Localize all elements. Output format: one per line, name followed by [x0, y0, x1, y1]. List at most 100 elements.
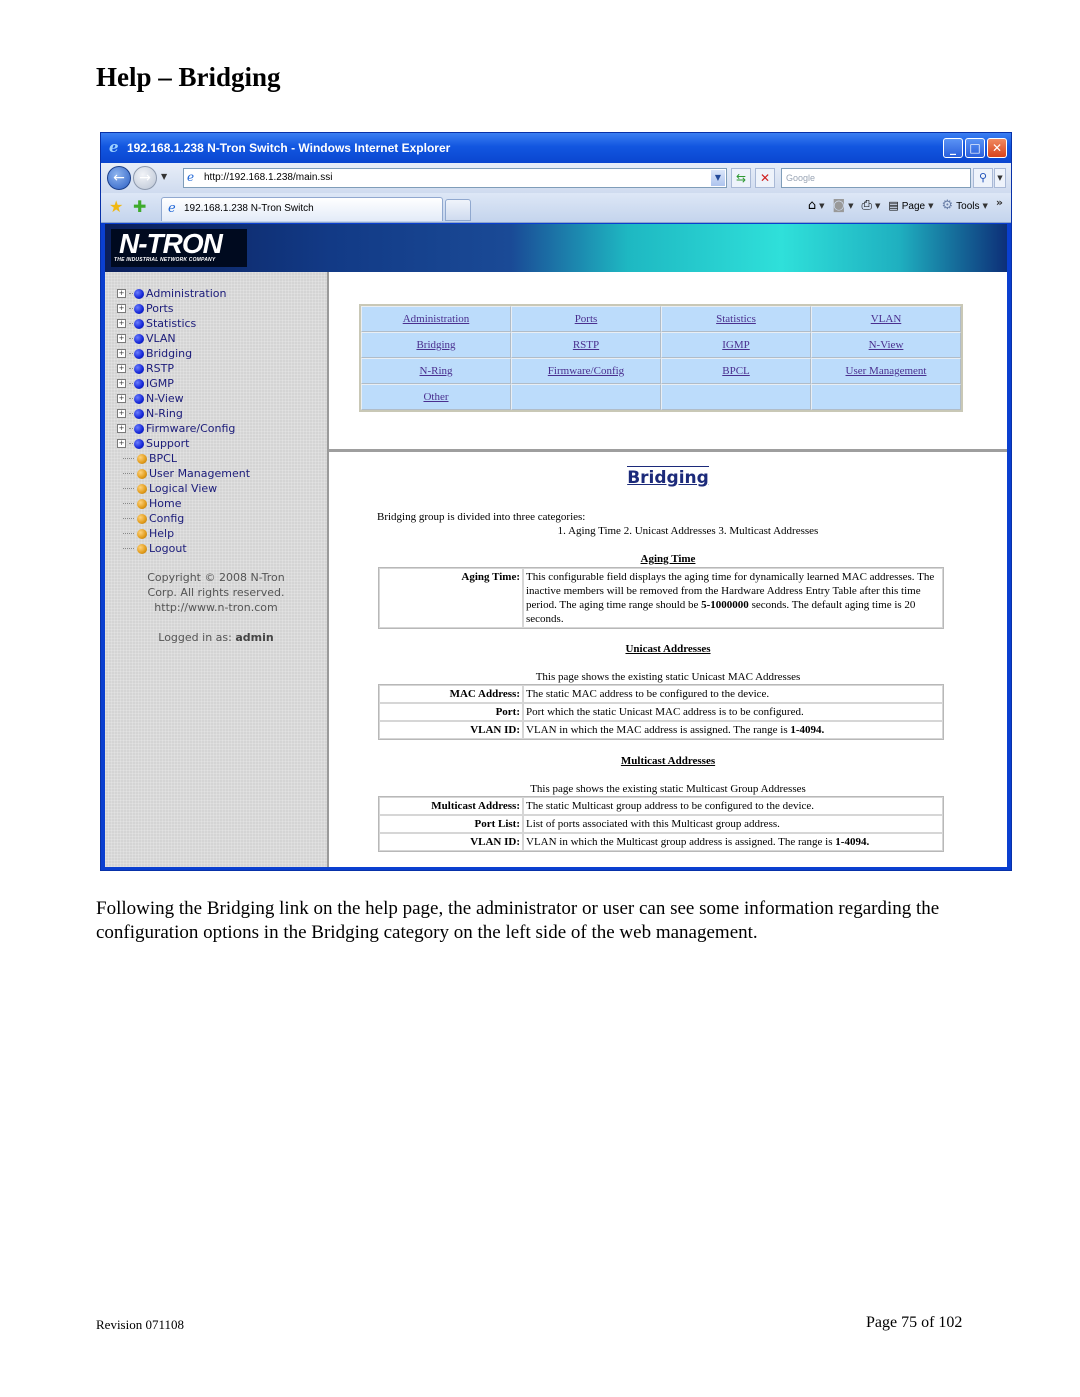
page-number: Page 75 of 102 [866, 1314, 963, 1331]
sidebar-item-label: N-Ring [146, 407, 183, 420]
sidebar-item-logical-view[interactable]: Logical View [117, 481, 250, 496]
sidebar-item-bridging[interactable]: + Bridging [117, 346, 250, 361]
folder-bullet-icon [134, 348, 144, 359]
sidebar-item-label: Firmware/Config [146, 422, 236, 435]
recent-pages-dropdown[interactable]: ▼ [161, 172, 167, 181]
sidebar-item-config[interactable]: Config [117, 511, 250, 526]
refresh-button[interactable]: ⇆ [731, 168, 751, 188]
search-placeholder: Google [786, 173, 816, 183]
copyright-line: Copyright © 2008 N-Tron [147, 571, 285, 584]
sidebar-item-n-ring[interactable]: + N-Ring [117, 406, 250, 421]
favorites-star-icon[interactable]: ★ [109, 198, 123, 216]
ntron-logo[interactable]: N-TRON THE INDUSTRIAL NETWORK COMPANY [111, 229, 247, 267]
maximize-button[interactable]: □ [965, 138, 985, 158]
print-button[interactable]: ⎙ ▼ [862, 199, 881, 213]
expand-icon[interactable]: + [117, 349, 126, 358]
page-menu[interactable]: ▤ Page ▼ [888, 199, 933, 213]
sidebar-item-help[interactable]: Help [117, 526, 250, 541]
search-input[interactable]: Google [781, 168, 971, 188]
sidebar-item-vlan[interactable]: + VLAN [117, 331, 250, 346]
home-button[interactable]: ⌂ ▼ [808, 199, 825, 213]
minimize-button[interactable]: _ [943, 138, 963, 158]
search-button[interactable]: ⚲ [973, 168, 993, 188]
help-link-igmp[interactable]: IGMP [722, 339, 750, 351]
tree-connector [123, 503, 134, 504]
help-link-firmware-config[interactable]: Firmware/Config [548, 365, 624, 377]
help-link-ports[interactable]: Ports [575, 313, 598, 325]
sidebar-item-rstp[interactable]: + RSTP [117, 361, 250, 376]
help-link-vlan[interactable]: VLAN [871, 313, 902, 325]
sidebar-item-igmp[interactable]: + IGMP [117, 376, 250, 391]
expand-icon[interactable]: + [117, 394, 126, 403]
sidebar-item-user-management[interactable]: User Management [117, 466, 250, 481]
sidebar-item-bpcl[interactable]: BPCL [117, 451, 250, 466]
field-description: Port which the static Unicast MAC addres… [523, 703, 943, 721]
help-row: Aging Time: This configurable field displ… [379, 568, 943, 628]
sidebar-item-label: Administration [146, 287, 227, 300]
help-link-n-view[interactable]: N-View [869, 339, 904, 351]
folder-bullet-icon [134, 303, 144, 314]
sidebar-item-statistics[interactable]: + Statistics [117, 316, 250, 331]
field-name: MAC Address: [379, 685, 523, 703]
sidebar-item-logout[interactable]: Logout [117, 541, 250, 556]
close-button[interactable]: ✕ [987, 138, 1007, 158]
expand-icon[interactable]: + [117, 409, 126, 418]
sidebar-item-administration[interactable]: + Administration [117, 286, 250, 301]
sidebar-item-support[interactable]: + Support [117, 436, 250, 451]
browser-tab[interactable]: e 192.168.1.238 N-Tron Switch [161, 197, 443, 221]
feeds-button[interactable]: ◙ ▼ [833, 199, 854, 213]
browser-window: e 192.168.1.238 N-Tron Switch - Windows … [100, 132, 1012, 871]
expand-icon[interactable]: + [117, 334, 126, 343]
expand-icon[interactable]: + [117, 289, 126, 298]
multicast-subtitle: This page shows the existing static Mult… [530, 783, 806, 795]
tab-bar: ★ ✚ e 192.168.1.238 N-Tron Switch ⌂ ▼ ◙ ▼ … [101, 193, 1011, 223]
stop-button[interactable]: ✕ [755, 168, 775, 188]
help-topic-cell: N-View [811, 332, 961, 358]
expand-icon[interactable]: + [117, 439, 126, 448]
field-description: The static MAC address to be configured … [523, 685, 943, 703]
folder-bullet-icon [134, 288, 144, 299]
refresh-icon: ⇆ [735, 171, 747, 185]
folder-bullet-icon [134, 423, 144, 434]
search-options-dropdown[interactable]: ▼ [994, 168, 1006, 188]
add-favorite-icon[interactable]: ✚ [133, 198, 146, 216]
minimize-icon: _ [950, 141, 956, 155]
document-caption: Following the Bridging link on the help … [96, 898, 940, 943]
website-link[interactable]: http://www.n-tron.com [105, 600, 327, 615]
help-link-rstp[interactable]: RSTP [573, 339, 599, 351]
tree-connector [129, 383, 133, 384]
tree-connector [123, 548, 134, 549]
new-tab-button[interactable] [445, 199, 471, 221]
tools-menu[interactable]: ⚙ Tools ▼ [941, 199, 987, 213]
help-topic-cell: VLAN [811, 306, 961, 332]
help-link-administration[interactable]: Administration [403, 313, 470, 325]
forward-button[interactable]: → [133, 166, 157, 190]
help-link-other[interactable]: Other [423, 391, 448, 403]
folder-bullet-icon [134, 378, 144, 389]
back-button[interactable]: ← [107, 166, 131, 190]
more-commands-chevron-icon[interactable]: » [996, 196, 1003, 209]
expand-icon[interactable]: + [117, 304, 126, 313]
ntron-banner: N-TRON THE INDUSTRIAL NETWORK COMPANY [105, 224, 1007, 272]
description-emphasis: 1-4094. [835, 836, 870, 848]
multicast-heading: Multicast Addresses [620, 755, 716, 767]
help-link-n-ring[interactable]: N-Ring [420, 365, 453, 377]
page-icon: ▤ [888, 199, 899, 212]
sidebar-item-n-view[interactable]: + N-View [117, 391, 250, 406]
expand-icon[interactable]: + [117, 424, 126, 433]
address-bar[interactable]: e http://192.168.1.238/main.ssi ▼ [183, 168, 727, 188]
expand-icon[interactable]: + [117, 364, 126, 373]
field-description: List of ports associated with this Multi… [523, 815, 943, 833]
navigation-bar: ← → ▼ e http://192.168.1.238/main.ssi ▼ … [101, 163, 1011, 193]
help-link-bpcl[interactable]: BPCL [722, 365, 750, 377]
sidebar-item-firmware-config[interactable]: + Firmware/Config [117, 421, 250, 436]
help-link-statistics[interactable]: Statistics [716, 313, 756, 325]
help-topics-row: N-Ring Firmware/Config BPCL User Management [361, 358, 961, 384]
expand-icon[interactable]: + [117, 319, 126, 328]
address-dropdown-icon[interactable]: ▼ [711, 170, 725, 186]
sidebar-item-ports[interactable]: + Ports [117, 301, 250, 316]
help-link-bridging[interactable]: Bridging [416, 339, 455, 351]
help-link-user-management[interactable]: User Management [846, 365, 927, 377]
expand-icon[interactable]: + [117, 379, 126, 388]
sidebar-item-home[interactable]: Home [117, 496, 250, 511]
